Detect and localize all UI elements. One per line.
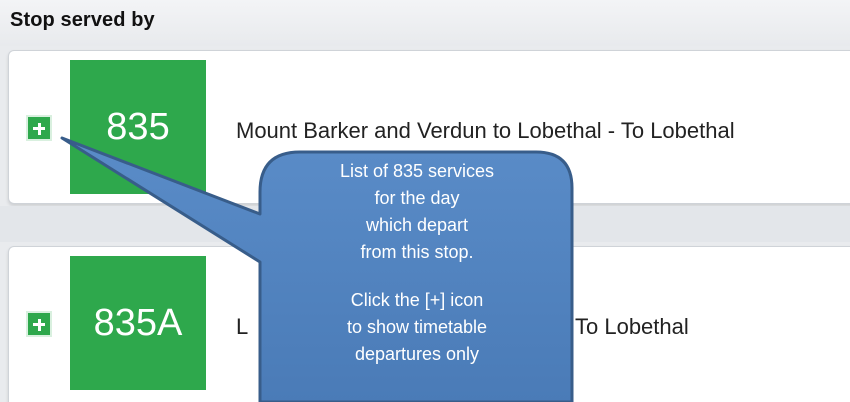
expand-route-835a-button[interactable] bbox=[26, 311, 52, 337]
tooltip-line: from this stop. bbox=[360, 242, 474, 262]
tooltip-line: to show timetable bbox=[346, 317, 488, 337]
tooltip-line: Click the [+] icon bbox=[350, 290, 484, 310]
tooltip-line: List of 835 services bbox=[339, 161, 495, 181]
route-name: Mount Barker and Verdun to Lobethal - To… bbox=[236, 118, 735, 143]
expand-route-835-button[interactable] bbox=[26, 115, 52, 141]
plus-icon-vertical-bar bbox=[37, 318, 41, 331]
tooltip-line: which depart bbox=[365, 215, 469, 235]
route-number-badge: 835 bbox=[70, 60, 206, 194]
route-number-badge: 835A bbox=[70, 256, 206, 390]
route-name-right-part: To Lobethal bbox=[575, 314, 689, 339]
tooltip-line: for the day bbox=[374, 188, 460, 208]
tooltip-line: departures only bbox=[354, 344, 480, 364]
plus-icon-vertical-bar bbox=[37, 122, 41, 135]
route-name-left-part: L bbox=[236, 314, 249, 339]
section-title: Stop served by bbox=[10, 9, 155, 31]
section-header: Stop served by bbox=[0, 0, 850, 46]
stop-services-panel: Stop served by 835 Mount Barker and Verd… bbox=[0, 0, 850, 402]
